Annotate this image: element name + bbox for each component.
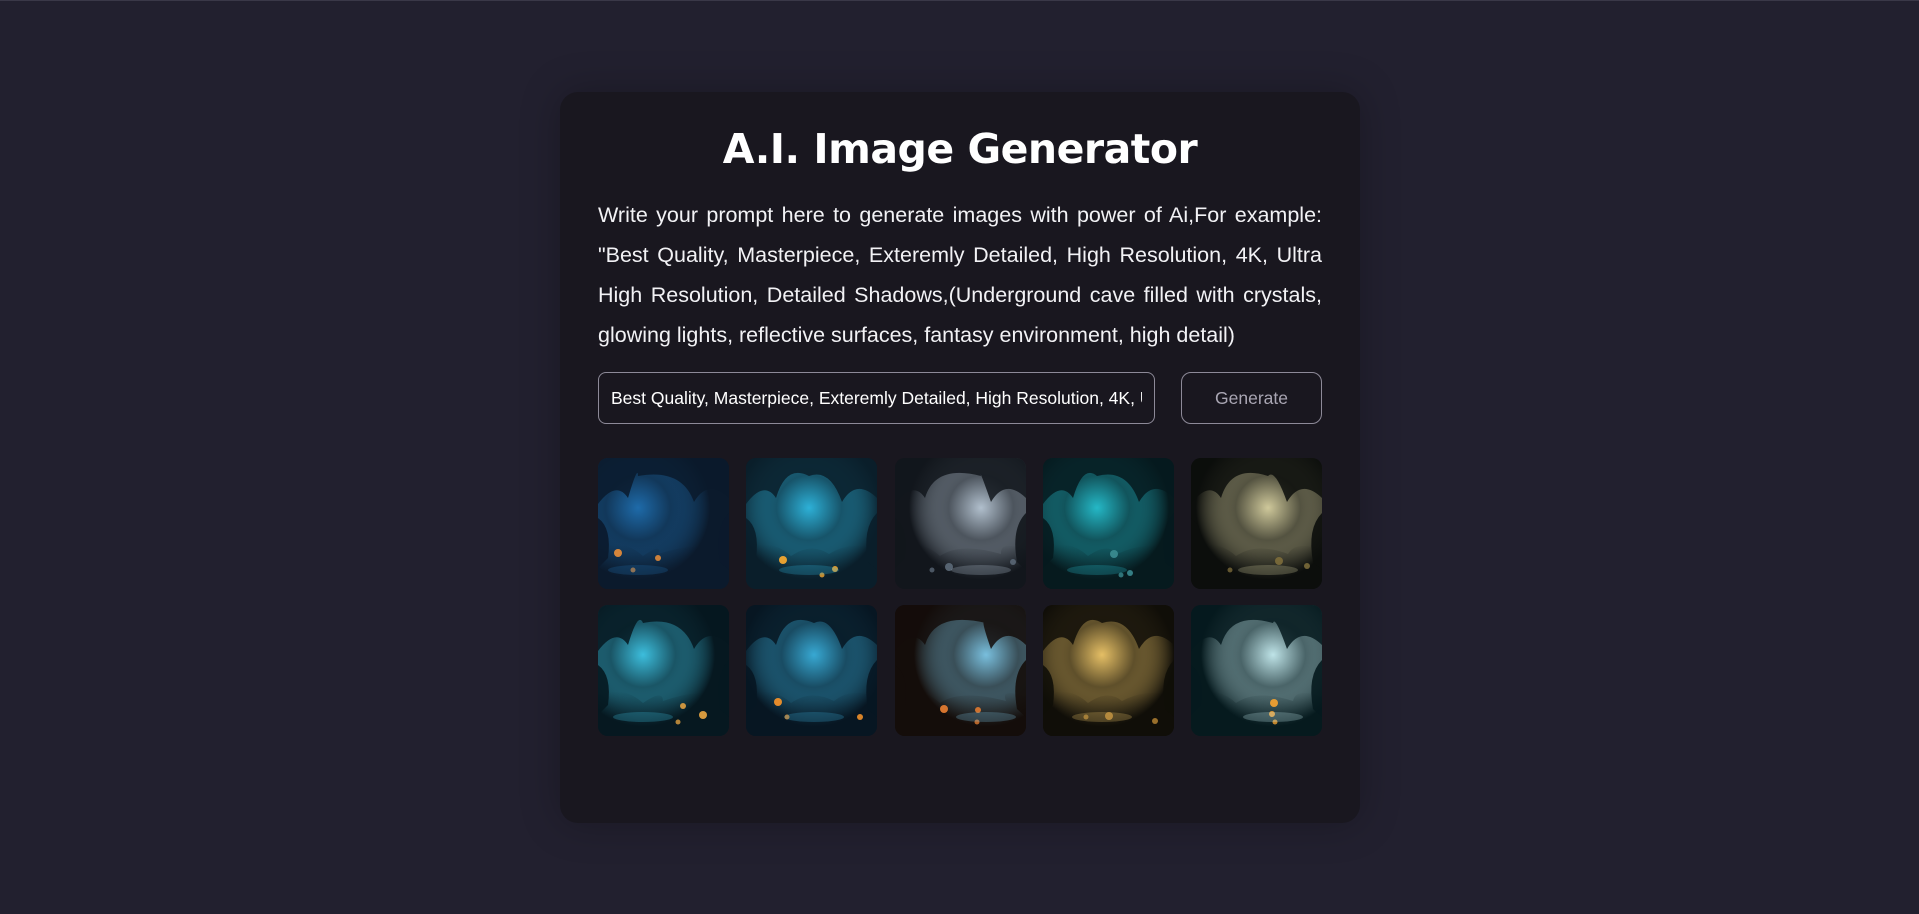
cave-image-3[interactable] xyxy=(894,458,1026,589)
cave-image-2[interactable] xyxy=(746,458,878,589)
prompt-input[interactable] xyxy=(598,372,1155,424)
cave-image-8[interactable] xyxy=(894,605,1026,736)
cave-image-6[interactable] xyxy=(598,605,729,736)
page-title: A.I. Image Generator xyxy=(722,125,1198,173)
cave-image-10[interactable] xyxy=(1191,605,1322,736)
prompt-instructions: Write your prompt here to generate image… xyxy=(598,203,1322,347)
generate-button[interactable]: Generate xyxy=(1181,372,1322,424)
cave-image-7[interactable] xyxy=(746,605,878,736)
cave-image-9[interactable] xyxy=(1042,605,1174,736)
generator-card: A.I. Image Generator Write your prompt h… xyxy=(560,92,1360,823)
image-gallery xyxy=(598,458,1322,736)
cave-image-1[interactable] xyxy=(598,458,729,589)
prompt-controls: Generate xyxy=(598,372,1322,424)
cave-image-5[interactable] xyxy=(1191,458,1322,589)
cave-image-4[interactable] xyxy=(1042,458,1174,589)
